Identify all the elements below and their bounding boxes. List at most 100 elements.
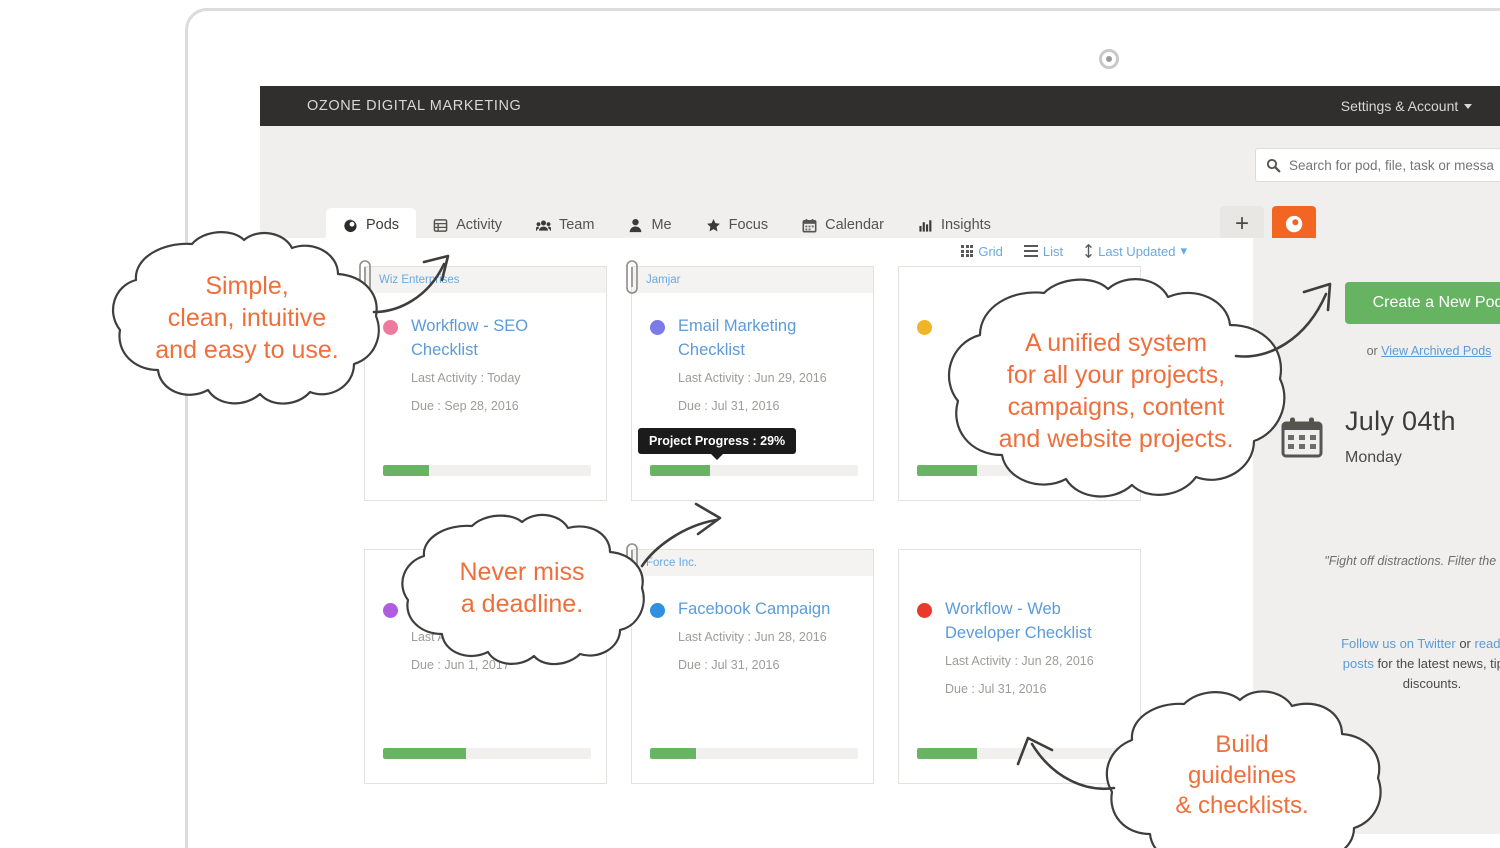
follow-conjunction: or [1455, 636, 1475, 651]
tab-focus-label: Focus [728, 217, 769, 233]
top-nav-right-group: Settings & Account Logout He [1327, 92, 1500, 120]
tab-team[interactable]: Team [519, 208, 611, 242]
arrow-icon [640, 502, 722, 568]
cloud-shape [401, 513, 645, 666]
today-weekday: Monday [1345, 449, 1402, 466]
tab-me[interactable]: Me [611, 208, 688, 242]
follow-us-text: Follow us on Twitter or read our posts f… [1267, 634, 1500, 694]
arrow-icon [1234, 282, 1332, 358]
pod-last-activity: Last Activity : Jun 28, 2016 [678, 629, 827, 644]
pod-card-text: Facebook Campaign Last Activity : Jun 28… [678, 598, 830, 677]
pod-title[interactable]: Facebook Campaign [678, 598, 830, 622]
today-date-text: July 04th Monday [1345, 406, 1456, 467]
calendar-icon [802, 218, 817, 232]
sort-label: Last Updated [1098, 243, 1176, 259]
pod-due-date: Due : Jul 31, 2016 [678, 657, 780, 672]
settings-account-menu[interactable]: Settings & Account [1327, 98, 1487, 114]
pod-card[interactable]: Jamjar Email Marketing Checklist Last Ac… [626, 260, 874, 501]
pod-progress-fill [383, 748, 467, 759]
grid-view-label: Grid [978, 243, 1003, 259]
pod-card-body: Facebook Campaign Last Activity : Jun 28… [632, 576, 873, 677]
pod-client-name: Jamjar [646, 274, 681, 286]
tab-activity-label: Activity [456, 217, 502, 233]
view-archived-pods-link[interactable]: View Archived Pods [1381, 344, 1491, 358]
list-view-toggle[interactable]: List [1023, 244, 1063, 259]
pod-progress-bar [383, 748, 591, 759]
activity-icon [433, 218, 448, 232]
create-new-pod-button[interactable]: Create a New Pod [1345, 282, 1500, 324]
annotation-arrow-to-create-pod [1232, 278, 1342, 364]
annotation-cloud-simple-clean: Simple, clean, intuitive and easy to use… [108, 228, 386, 408]
blog-posts-link[interactable]: posts [1343, 656, 1374, 671]
progress-tooltip: Project Progress : 29% [638, 428, 797, 460]
webcam-icon [1099, 49, 1119, 69]
follow-discounts: discounts. [1402, 676, 1462, 692]
paperclip-icon [626, 260, 638, 294]
search-input[interactable] [1289, 157, 1500, 173]
pod-progress-fill [650, 465, 711, 476]
tab-me-label: Me [651, 217, 672, 233]
app-brand-title: OZONE DIGITAL MARKETING [307, 98, 522, 114]
person-icon [630, 218, 642, 232]
pod-last-activity: Last Activity : Jun 28, 2016 [945, 653, 1094, 668]
pod-card-header: Jamjar [632, 267, 873, 293]
pod-last-activity: Last Activity : Jun 29, 2016 [678, 370, 827, 385]
pod-card-body: Workflow - Web Developer Checklist Last … [899, 576, 1140, 701]
today-date: July 04th [1345, 406, 1456, 436]
sort-icon [1085, 244, 1093, 258]
annotation-cloud-never-miss: Never miss a deadline. [394, 512, 650, 666]
main-tab-bar: Pods Activity Team Me Focus Calendar Ins… [326, 202, 1316, 242]
blog-link[interactable]: read our [1475, 636, 1500, 651]
tab-team-label: Team [558, 217, 595, 233]
logout-link[interactable]: Logout [1486, 98, 1500, 114]
chevron-down-icon [1464, 103, 1473, 109]
tab-insights[interactable]: Insights [901, 208, 1008, 242]
pod-title[interactable]: Workflow - SEO Checklist [411, 315, 588, 363]
chart-icon [919, 219, 932, 232]
pod-status-dot [650, 603, 665, 618]
cloud-shape [1105, 690, 1382, 848]
twitter-link[interactable]: Follow us on Twitter [1341, 636, 1456, 651]
pod-card[interactable]: Force Inc. Facebook Campaign Last Activi… [626, 543, 874, 784]
daily-quote: "Fight off distractions. Filter the unim… [1324, 554, 1500, 568]
team-icon [535, 220, 551, 231]
today-date-block: July 04th Monday [1281, 406, 1456, 467]
screenshot-root: OZONE DIGITAL MARKETING Settings & Accou… [0, 0, 1500, 848]
annotation-arrow-to-pods-tab [372, 250, 462, 320]
pod-card-text: Email Marketing Checklist Last Activity … [678, 315, 855, 418]
pod-status-dot [917, 320, 932, 335]
view-options-bar: Grid List Last Updated ▾ [961, 243, 1187, 259]
pod-due-date: Due : Sep 28, 2016 [411, 398, 519, 413]
pod-progress-bar [650, 465, 858, 476]
cloud-shape [111, 231, 380, 405]
pod-title[interactable]: Email Marketing Checklist [678, 315, 855, 363]
archived-prefix-label: or [1366, 344, 1382, 358]
annotation-arrow-to-progress [638, 498, 728, 570]
star-icon [706, 218, 720, 231]
follow-tail: for the latest news, tips a [1377, 656, 1500, 672]
pod-status-dot [917, 603, 932, 618]
pod-status-dot [650, 320, 665, 335]
sort-caret-icon: ▾ [1180, 243, 1187, 258]
global-search-bar[interactable] [1255, 148, 1500, 182]
sort-dropdown[interactable]: Last Updated ▾ [1084, 243, 1187, 259]
pod-progress-fill [650, 748, 696, 759]
tab-calendar-label: Calendar [825, 217, 884, 233]
tab-focus[interactable]: Focus [689, 208, 786, 242]
search-icon [1266, 158, 1281, 172]
pod-progress-bar [650, 748, 858, 759]
arrow-icon [372, 254, 450, 314]
add-pod-button[interactable]: + [1220, 206, 1264, 242]
pod-card-text: Workflow - Web Developer Checklist Last … [945, 598, 1122, 701]
ozone-logo-button[interactable] [1272, 206, 1316, 242]
tab-insights-label: Insights [940, 217, 991, 233]
settings-account-label: Settings & Account [1340, 98, 1459, 114]
tab-activity[interactable]: Activity [416, 208, 519, 242]
pod-card-body: Email Marketing Checklist Last Activity … [632, 293, 873, 418]
tab-calendar[interactable]: Calendar [785, 208, 901, 242]
pod-progress-fill [917, 748, 978, 759]
grid-view-toggle[interactable]: Grid [961, 244, 1003, 259]
pod-progress-bar [383, 465, 591, 476]
ozone-logo-icon [1285, 214, 1303, 233]
pod-title[interactable]: Workflow - Web Developer Checklist [945, 598, 1122, 646]
